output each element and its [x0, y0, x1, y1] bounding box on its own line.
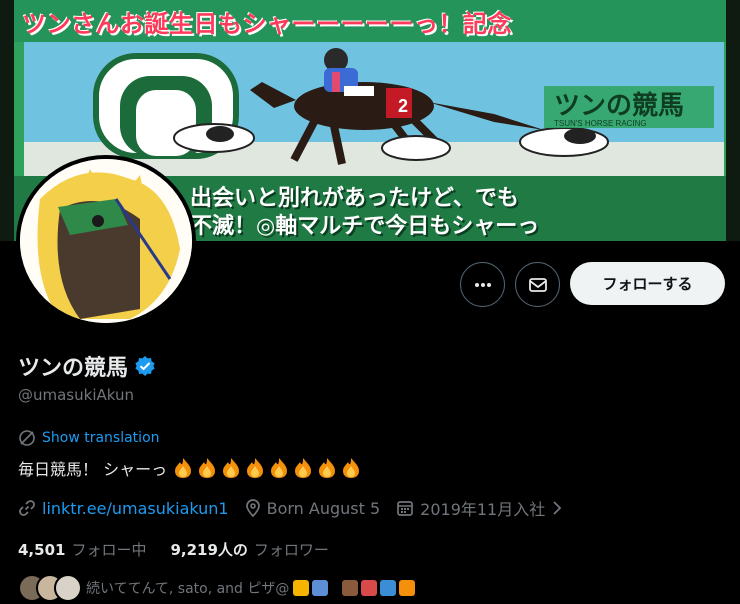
follow-button[interactable]: フォローする: [570, 262, 725, 305]
profile-birthday: Born August 5: [245, 498, 381, 518]
fire-icon: [343, 458, 360, 478]
followed-by-row[interactable]: 続いててんて, sato, and ピザ@: [18, 574, 416, 602]
message-button[interactable]: [515, 262, 560, 307]
following-label: フォロー中: [71, 541, 147, 559]
fire-icon: [223, 458, 240, 478]
website-link[interactable]: linktr.ee/umasukiakun1: [42, 499, 229, 518]
link-icon: [19, 500, 35, 516]
fire-icon: [399, 580, 416, 596]
followers-count: 9,219人の: [170, 541, 248, 559]
banner-title-strip: ツンさんお誕生日もシャーーーーーっ！記念: [14, 0, 726, 42]
verified-badge-icon[interactable]: [134, 355, 156, 377]
fire-icon: [247, 458, 264, 478]
fishing-icon: [312, 580, 329, 596]
bio-fire-emojis: [173, 457, 361, 479]
profile-bio: 毎日競馬！ シャーっ: [18, 456, 361, 480]
followed-by-emojis: [293, 580, 416, 596]
joined-text: 2019年11月入社: [420, 500, 546, 519]
bath-icon: [380, 580, 397, 596]
location-pin-icon: [245, 499, 260, 517]
fire-icon: [319, 458, 336, 478]
saddle-cloth-number: 2: [398, 96, 408, 116]
translate-icon: [19, 430, 35, 446]
banner-caption-line-2: 不滅！◎軸マルチで今日もシャーっ: [190, 214, 540, 239]
show-translation-link[interactable]: Show translation: [42, 430, 160, 446]
more-icon: [474, 282, 491, 287]
profile-avatar[interactable]: [16, 155, 196, 327]
horse-avatar-illustration: [20, 159, 192, 323]
mail-icon: [528, 277, 547, 292]
slot-machine-icon: [361, 580, 378, 596]
following-count: 4,501: [18, 540, 66, 559]
show-translation-row[interactable]: Show translation: [18, 429, 160, 447]
profile-website[interactable]: linktr.ee/umasukiakun1: [18, 499, 229, 518]
bio-text: 毎日競馬！ シャーっ: [18, 460, 168, 479]
fire-icon: [271, 458, 288, 478]
profile-joined: 2019年11月入社: [396, 496, 563, 520]
followed-by-text: 続いててんて, sato, and ピザ@: [86, 581, 290, 597]
birthday-text: Born August 5: [266, 498, 381, 518]
more-options-button[interactable]: [460, 262, 505, 307]
svg-text:ツンの競馬: ツンの競馬: [554, 90, 684, 120]
profile-handle: @umasukiAkun: [18, 386, 134, 404]
fire-icon: [199, 458, 216, 478]
calendar-icon: [397, 501, 414, 516]
followed-by-avatars: [18, 574, 82, 602]
followers-stat[interactable]: 9,219人の フォロワー: [170, 539, 328, 560]
banner-title: ツンさんお誕生日もシャーーーーーっ！記念: [22, 10, 512, 38]
beer-icon: [293, 580, 310, 596]
profile-name: ツンの競馬: [18, 356, 129, 381]
chevron-right-icon[interactable]: [551, 500, 563, 516]
fire-icon: [175, 458, 192, 478]
profile-name-row: ツンの競馬: [18, 350, 156, 382]
fire-icon: [295, 458, 312, 478]
banner-race-scene: ツンの競馬 TSUN'S HORSE RACING 2: [24, 42, 724, 176]
avatar: [54, 574, 82, 602]
svg-text:TSUN'S HORSE RACING: TSUN'S HORSE RACING: [554, 119, 647, 128]
profile-meta-row: linktr.ee/umasukiakun1 Born August 5 201…: [18, 496, 579, 520]
horse-icon: [342, 580, 359, 596]
banner-logo: ツンの競馬 TSUN'S HORSE RACING: [544, 86, 714, 128]
profile-stats: 4,501 フォロー中 9,219人の フォロワー: [18, 539, 353, 560]
followers-label: フォロワー: [253, 541, 329, 559]
following-stat[interactable]: 4,501 フォロー中: [18, 539, 146, 560]
